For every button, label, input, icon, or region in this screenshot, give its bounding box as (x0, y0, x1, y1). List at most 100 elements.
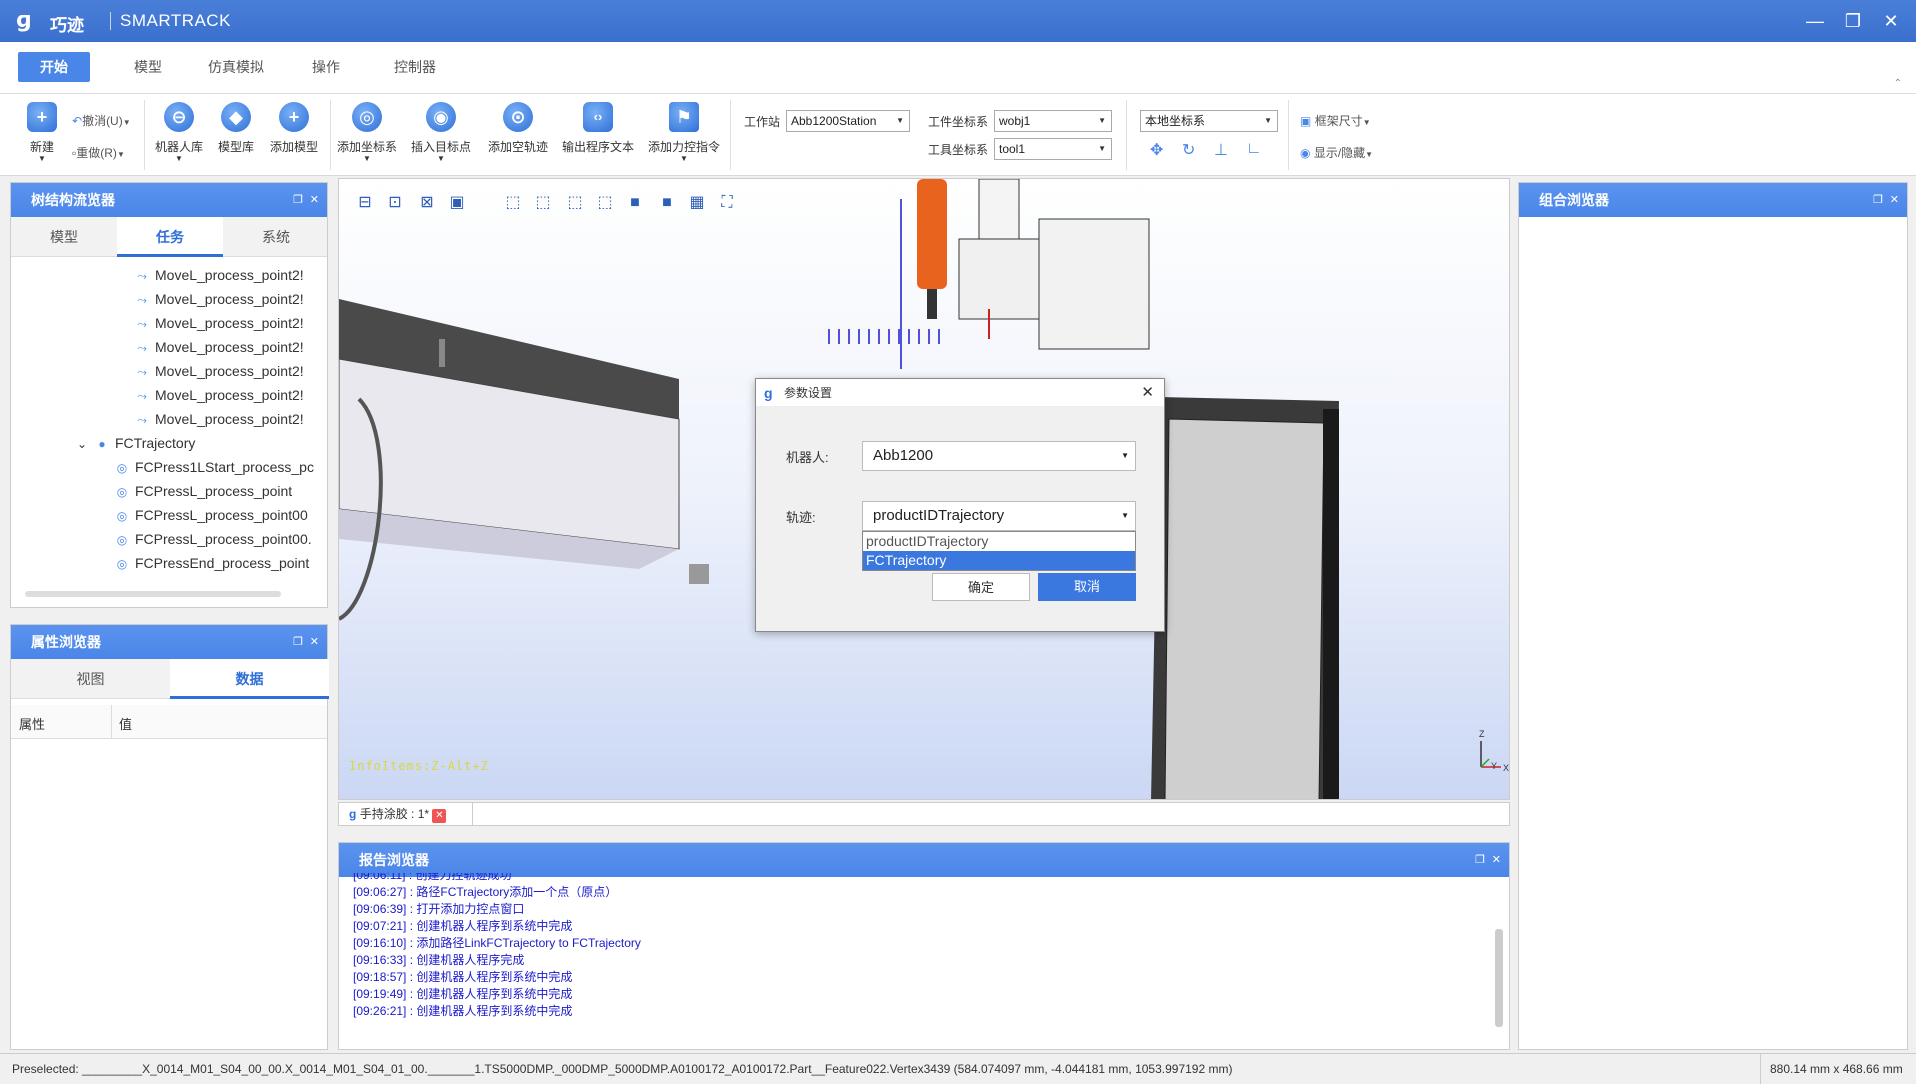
dimension-text: 880.14 mm x 468.66 mm (1770, 1062, 1903, 1076)
close-button[interactable]: ✕ (1876, 8, 1906, 34)
tree-item[interactable]: ⤳ MoveL_process_point2! (11, 311, 327, 335)
tool-select[interactable]: tool1 ▼ (994, 138, 1112, 160)
add-model-button[interactable]: + 添加模型 (264, 102, 324, 155)
insert-target-button[interactable]: ◉ 插入目标点 ▼ (408, 102, 474, 163)
tab-operation[interactable]: 操作 (290, 52, 362, 82)
ribbon-collapse-icon[interactable]: ⌃ (1894, 78, 1902, 89)
dropdown-option-selected[interactable]: FCTrajectory (863, 551, 1135, 570)
local-frame-select[interactable]: 本地坐标系 ▼ (1140, 110, 1278, 132)
robot-wrist (978, 179, 1020, 240)
log-line: [09:18:57] : 创建机器人程序到系统中完成 (353, 970, 573, 984)
dropdown-option[interactable]: productIDTrajectory (863, 532, 1135, 551)
new-button[interactable]: + 新建 ▼ (12, 102, 72, 163)
tree-browser-tabs: 模型 任务 系统 (11, 217, 327, 257)
app-name: SMARTRACK (120, 11, 231, 30)
wobj-value: wobj1 (999, 114, 1031, 128)
axis-icon[interactable]: ⊥ (1214, 140, 1228, 160)
tree-item[interactable]: ⤳ MoveL_process_point2! (11, 359, 327, 383)
horizontal-scrollbar[interactable] (25, 591, 281, 597)
close-icon[interactable]: ✕ (1890, 183, 1899, 217)
tree-item-label: MoveL_process_point2! (155, 387, 304, 403)
tree-item[interactable]: ◎ FCPress1LStart_process_pc (11, 455, 327, 479)
float-icon[interactable]: ❐ (1475, 843, 1485, 877)
redo-button[interactable]: ▫重做(R)▼ (72, 144, 125, 161)
property-browser-panel: 属性浏览器 ❐ ✕ 视图 数据 属性 值 (10, 624, 329, 1050)
tree-item[interactable]: ⤳ MoveL_process_point2! (11, 383, 327, 407)
float-icon[interactable]: ❐ (293, 625, 303, 659)
close-icon[interactable]: ✕ (310, 625, 319, 659)
tree-item[interactable]: ⤳ MoveL_process_point2! (11, 407, 327, 431)
chevron-down-icon: ▼ (437, 154, 445, 163)
tree-item[interactable]: ◎ FCPressL_process_point (11, 479, 327, 503)
ok-button[interactable]: 确定 (932, 573, 1030, 601)
add-frame-button[interactable]: ◎ 添加坐标系 ▼ (334, 102, 400, 163)
tree-item-label: MoveL_process_point2! (155, 291, 304, 307)
tree-item-label: MoveL_process_point2! (155, 267, 304, 283)
dialog-close-icon[interactable]: ✕ (1141, 379, 1154, 407)
model-library-button[interactable]: ◆ 模型库 (208, 102, 264, 155)
vertical-scrollbar[interactable] (1495, 929, 1503, 1027)
close-icon[interactable]: ✕ (310, 183, 319, 217)
chevron-down-icon: ▼ (116, 150, 125, 159)
tab-tree-model[interactable]: 模型 (11, 217, 117, 257)
tree-item-folder[interactable]: ⌄ ● FCTrajectory (11, 431, 327, 455)
frame-size-button[interactable]: ▣ 框架尺寸▼ (1300, 112, 1371, 129)
tree-item[interactable]: ◎ FCPressL_process_point00. (11, 527, 327, 551)
tab-data[interactable]: 数据 (170, 659, 329, 699)
export-program-label: 输出程序文本 (561, 140, 634, 154)
chevron-down-icon: ▼ (38, 154, 46, 163)
export-program-button[interactable]: ‹› 输出程序文本 (558, 102, 638, 155)
movel-icon: ⤳ (137, 317, 147, 331)
redo-label: 重做(R) (76, 146, 117, 160)
tab-start[interactable]: 开始 (18, 52, 90, 82)
show-hide-button[interactable]: ◉ 显示/隐藏▼ (1300, 144, 1373, 161)
ribbon-tabs: 开始 模型 仿真模拟 操作 控制器 (0, 42, 1916, 94)
float-icon[interactable]: ❐ (1873, 183, 1883, 217)
cancel-button[interactable]: 取消 (1038, 573, 1136, 601)
tree-item[interactable]: ⤳ MoveL_process_point2! (11, 335, 327, 359)
close-tab-icon[interactable]: ✕ (432, 809, 447, 823)
property-browser-tabs: 视图 数据 (11, 659, 329, 699)
chevron-down-icon: ▼ (896, 116, 904, 125)
add-empty-path-button[interactable]: ⊙ 添加空轨迹 (484, 102, 552, 155)
movel-icon: ⤳ (137, 365, 147, 379)
station-select[interactable]: Abb1200Station ▼ (786, 110, 910, 132)
rotate-icon[interactable]: ↻ (1182, 140, 1195, 160)
tab-tree-system[interactable]: 系统 (223, 217, 329, 257)
log-line: [09:16:10] : 添加路径LinkFCTrajectory to FCT… (353, 936, 641, 950)
close-icon[interactable]: ✕ (1492, 843, 1501, 877)
tab-simulation[interactable]: 仿真模拟 (186, 52, 286, 82)
trajectory-select[interactable]: productIDTrajectory ▼ (862, 501, 1136, 531)
undo-button[interactable]: ↶撤消(U)▼ (72, 112, 131, 129)
dialog-logo-icon: ɡ (764, 385, 773, 401)
divider (144, 100, 145, 170)
tree-item[interactable]: ⤳ MoveL_process_point2! (11, 287, 327, 311)
tab-controller[interactable]: 控制器 (372, 52, 458, 82)
report-browser-panel: 报告浏览器 ❐ ✕ [09:06:11] : 创建力控轨迹成功 [09:06:2… (338, 842, 1510, 1050)
tab-view[interactable]: 视图 (11, 659, 170, 699)
float-icon[interactable]: ❐ (293, 183, 303, 217)
tree-item[interactable]: ◎ FCPressEnd_process_point (11, 551, 327, 575)
tab-model[interactable]: 模型 (112, 52, 184, 82)
tab-tree-task[interactable]: 任务 (117, 217, 223, 257)
add-force-cmd-button[interactable]: ⚑ 添加力控指令 ▼ (644, 102, 724, 163)
status-divider (1760, 1054, 1761, 1084)
tree-item[interactable]: ◎ FCPressL_process_point00 (11, 503, 327, 527)
tree-item[interactable]: ⤳ MoveL_process_point2! (11, 263, 327, 287)
station-label: 工作站 (744, 115, 781, 129)
restore-button[interactable]: ❐ (1838, 8, 1868, 34)
minimize-button[interactable]: — (1800, 8, 1830, 34)
robot-select[interactable]: Abb1200 ▼ (862, 441, 1136, 471)
robot-library-button[interactable]: ⊖ 机器人库 ▼ (148, 102, 210, 163)
plane-icon[interactable]: ∟ (1246, 140, 1262, 158)
move-icon[interactable]: ✥ (1150, 140, 1163, 160)
chevron-down-icon[interactable]: ⌄ (75, 432, 89, 455)
app-logo-icon: ɡ (16, 8, 32, 33)
axis-label-x: X (1503, 763, 1510, 773)
wobj-select[interactable]: wobj1 ▼ (994, 110, 1112, 132)
document-tab[interactable]: ɡ 手持涂胶 : 1* ✕ (339, 803, 473, 825)
frame-icon: ◎ (352, 102, 382, 132)
new-label: 新建 (29, 140, 54, 154)
undo-icon: ↶ (72, 114, 83, 128)
undo-label: 撤消(U) (82, 114, 123, 128)
